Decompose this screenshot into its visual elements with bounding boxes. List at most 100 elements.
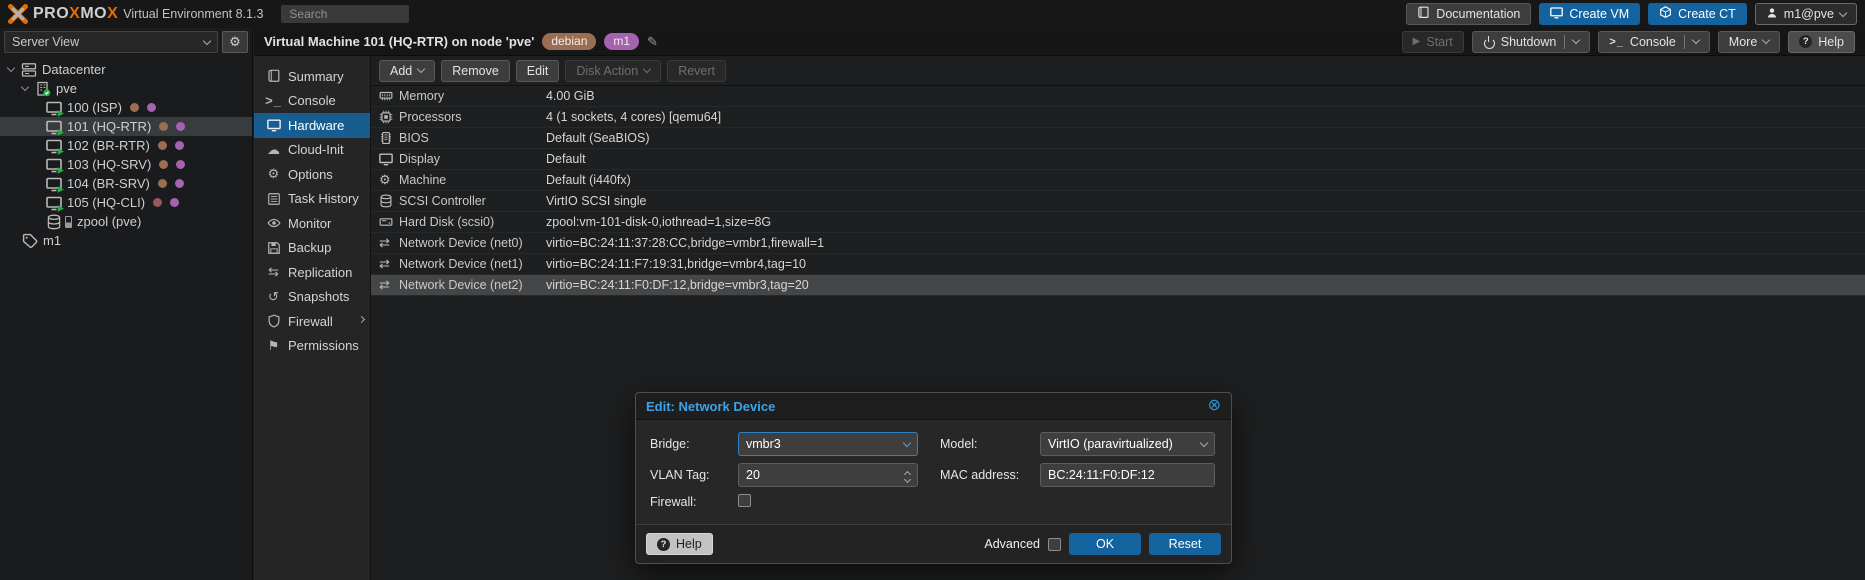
shutdown-button[interactable]: Shutdown [1472, 31, 1591, 53]
dialog-help-button[interactable]: ? Help [646, 533, 713, 555]
nav-item-options[interactable]: ⚙Options [254, 162, 370, 187]
dialog-footer: ? Help Advanced OK Reset [636, 524, 1231, 563]
question-icon: ? [1799, 35, 1812, 48]
hardware-table: Memory 4.00 GiB Processors 4 (1 sockets,… [371, 86, 1865, 296]
nav-item-monitor[interactable]: Monitor [254, 211, 370, 236]
proxmox-app: PROXMOX Virtual Environment 8.1.3 Docume… [0, 0, 1865, 580]
tree-item-vm-104[interactable]: 104 (BR-SRV) [0, 174, 252, 193]
tree-item-vm-100[interactable]: 100 (ISP) [0, 98, 252, 117]
play-icon: ▶ [1413, 36, 1421, 47]
add-button[interactable]: Add [379, 60, 435, 82]
tree-item-node-pve[interactable]: pve [0, 79, 252, 98]
help-button[interactable]: ? Help [1788, 31, 1855, 53]
expander-icon[interactable] [21, 83, 29, 91]
nav-item-snapshots[interactable]: ↺Snapshots [254, 285, 370, 310]
mac-address-input[interactable]: BC:24:11:F0:DF:12 [1040, 463, 1215, 487]
table-row-processors[interactable]: Processors 4 (1 sockets, 4 cores) [qemu6… [371, 107, 1865, 128]
create-vm-button[interactable]: Create VM [1539, 3, 1640, 25]
remove-button[interactable]: Remove [441, 60, 510, 82]
more-button[interactable]: More [1718, 31, 1780, 53]
tag-dot-debian [130, 103, 139, 112]
floppy-icon [266, 241, 281, 255]
tree-item-tag-m1[interactable]: m1 [0, 231, 252, 250]
question-icon: ? [657, 538, 670, 551]
nav-item-replication[interactable]: ⇆Replication [254, 260, 370, 285]
table-row-memory[interactable]: Memory 4.00 GiB [371, 86, 1865, 107]
chevron-down-icon[interactable] [1692, 36, 1700, 44]
datacenter-icon [21, 62, 37, 78]
user-menu-button[interactable]: m1@pve [1755, 3, 1857, 25]
bridge-combobox[interactable]: vmbr3 [738, 432, 918, 456]
view-selector[interactable]: Server View [4, 31, 218, 53]
advanced-checkbox[interactable] [1048, 538, 1061, 551]
tree-item-vm-102[interactable]: 102 (BR-RTR) [0, 136, 252, 155]
chip-icon [379, 131, 399, 145]
nav-item-console[interactable]: >_Console [254, 89, 370, 114]
table-row-net2[interactable]: ⇄ Network Device (net2) virtio=BC:24:11:… [371, 275, 1865, 296]
tree-item-vm-105[interactable]: 105 (HQ-CLI) [0, 193, 252, 212]
page-title: Virtual Machine 101 (HQ-RTR) on node 'pv… [264, 34, 534, 49]
table-row-bios[interactable]: BIOS Default (SeaBIOS) [371, 128, 1865, 149]
chevron-down-icon[interactable] [903, 438, 911, 446]
revert-button[interactable]: Revert [667, 60, 726, 82]
gears-icon: ⚙ [379, 172, 399, 188]
ok-button[interactable]: OK [1069, 533, 1141, 555]
nav-item-summary[interactable]: Summary [254, 64, 370, 89]
spinner-buttons[interactable] [905, 469, 910, 482]
expander-icon[interactable] [7, 64, 15, 72]
table-row-display[interactable]: Display Default [371, 149, 1865, 170]
tree-item-datacenter[interactable]: Datacenter [0, 60, 252, 79]
cpu-icon [379, 110, 399, 124]
nav-item-hardware[interactable]: Hardware [254, 113, 370, 138]
nav-item-permissions[interactable]: ⚑Permissions [254, 334, 370, 359]
chevron-down-icon [203, 36, 211, 44]
table-row-net0[interactable]: ⇄ Network Device (net0) virtio=BC:24:11:… [371, 233, 1865, 254]
tag-dot-m1 [147, 103, 156, 112]
tree-item-storage-zpool[interactable]: zpool (pve) [0, 212, 252, 231]
edit-tags-icon[interactable]: ✎ [647, 34, 658, 50]
tree-item-vm-101[interactable]: 101 (HQ-RTR) [0, 117, 252, 136]
nav-item-firewall[interactable]: Firewall [254, 309, 370, 334]
firewall-checkbox[interactable] [738, 494, 751, 507]
node-icon [35, 81, 51, 97]
edit-button[interactable]: Edit [516, 60, 560, 82]
close-icon[interactable]: ⊗ [1208, 398, 1221, 414]
table-row-scsi-controller[interactable]: SCSI Controller VirtIO SCSI single [371, 191, 1865, 212]
dialog-header[interactable]: Edit: Network Device ⊗ [636, 393, 1231, 420]
top-bar: PROXMOX Virtual Environment 8.1.3 Docume… [0, 0, 1865, 28]
proxmox-x-icon [8, 4, 28, 24]
documentation-button[interactable]: Documentation [1406, 3, 1531, 25]
tag-dot-debian [158, 179, 167, 188]
shield-icon [266, 314, 281, 328]
chevron-down-icon[interactable] [1200, 438, 1208, 446]
disk-action-button[interactable]: Disk Action [565, 60, 661, 82]
search-input[interactable] [281, 5, 409, 23]
gear-icon: ⚙ [266, 166, 281, 182]
tag-dot-debian [153, 198, 162, 207]
chevron-down-icon [1839, 8, 1847, 16]
vm-running-icon [46, 100, 62, 116]
cloud-icon: ☁ [266, 142, 281, 158]
table-row-hard-disk[interactable]: Hard Disk (scsi0) zpool:vm-101-disk-0,io… [371, 212, 1865, 233]
nav-item-task-history[interactable]: Task History [254, 187, 370, 212]
vlan-tag-spinner[interactable]: 20 [738, 463, 918, 487]
model-combobox[interactable]: VirtIO (paravirtualized) [1040, 432, 1215, 456]
create-ct-button[interactable]: Create CT [1648, 3, 1747, 25]
chevron-down-icon [1762, 36, 1770, 44]
table-row-net1[interactable]: ⇄ Network Device (net1) virtio=BC:24:11:… [371, 254, 1865, 275]
table-row-machine[interactable]: ⚙ Machine Default (i440fx) [371, 170, 1865, 191]
reset-button[interactable]: Reset [1149, 533, 1221, 555]
power-icon [1483, 36, 1495, 48]
start-button[interactable]: ▶ Start [1402, 31, 1464, 53]
console-button[interactable]: >_ Console [1598, 31, 1709, 53]
nav-item-backup[interactable]: Backup [254, 236, 370, 261]
chevron-right-icon [358, 316, 365, 323]
tag-dot-m1 [175, 179, 184, 188]
terminal-icon: >_ [1609, 36, 1624, 48]
database-icon [379, 194, 399, 208]
tree-item-vm-103[interactable]: 103 (HQ-SRV) [0, 155, 252, 174]
chevron-down-icon[interactable] [904, 475, 911, 482]
tree-settings-button[interactable]: ⚙ [222, 31, 248, 53]
chevron-down-icon[interactable] [1572, 36, 1580, 44]
nav-item-cloud-init[interactable]: ☁Cloud-Init [254, 138, 370, 163]
